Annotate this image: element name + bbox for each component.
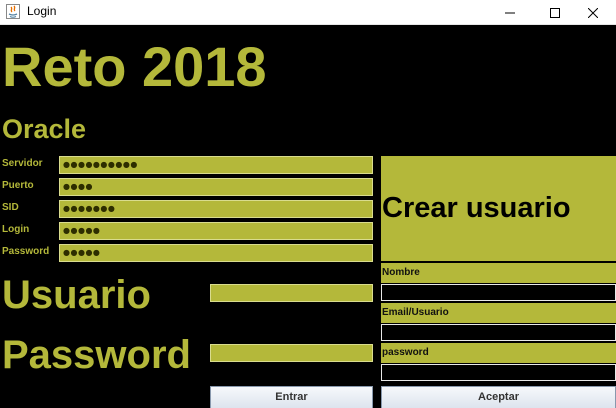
db-password-value: ●●●●●	[63, 248, 101, 257]
sid-value: ●●●●●●●	[63, 204, 116, 213]
java-app-icon	[6, 4, 20, 19]
puerto-value: ●●●●	[63, 182, 93, 191]
minimize-button[interactable]	[487, 0, 533, 24]
close-button[interactable]	[570, 0, 616, 24]
login-field[interactable]: ●●●●●	[59, 222, 373, 240]
puerto-field[interactable]: ●●●●	[59, 178, 373, 196]
app-title: Reto 2018	[2, 35, 267, 98]
nombre-label: Nombre	[381, 263, 616, 283]
db-password-label: Password	[2, 246, 50, 257]
close-icon	[587, 3, 599, 22]
aceptar-button[interactable]: Aceptar	[381, 386, 616, 408]
login-panel: Reto 2018 Oracle Servidor ●●●●●●●●●● Pue…	[0, 25, 616, 408]
email-usuario-input[interactable]	[381, 324, 616, 341]
password-input[interactable]	[210, 344, 373, 362]
new-password-input[interactable]	[381, 364, 616, 381]
crear-usuario-title: Crear usuario	[381, 156, 616, 261]
servidor-label: Servidor	[2, 158, 43, 169]
login-label: Login	[2, 224, 30, 235]
db-password-field[interactable]: ●●●●●	[59, 244, 373, 262]
oracle-heading: Oracle	[2, 114, 87, 144]
puerto-label: Puerto	[2, 180, 34, 191]
entrar-button[interactable]: Entrar	[210, 386, 373, 408]
servidor-value: ●●●●●●●●●●	[63, 160, 138, 169]
title-bar: Login	[0, 0, 616, 25]
login-value: ●●●●●	[63, 226, 101, 235]
new-password-label: password	[381, 343, 616, 363]
usuario-label: Usuario	[2, 273, 151, 317]
minimize-icon	[505, 3, 515, 22]
nombre-input[interactable]	[381, 284, 616, 301]
email-usuario-label: Email/Usuario	[381, 303, 616, 323]
window-title: Login	[27, 4, 57, 18]
sid-label: SID	[2, 202, 19, 213]
password-label: Password	[2, 333, 191, 377]
sid-field[interactable]: ●●●●●●●	[59, 200, 373, 218]
maximize-icon	[550, 3, 560, 22]
usuario-input[interactable]	[210, 284, 373, 302]
servidor-field[interactable]: ●●●●●●●●●●	[59, 156, 373, 174]
